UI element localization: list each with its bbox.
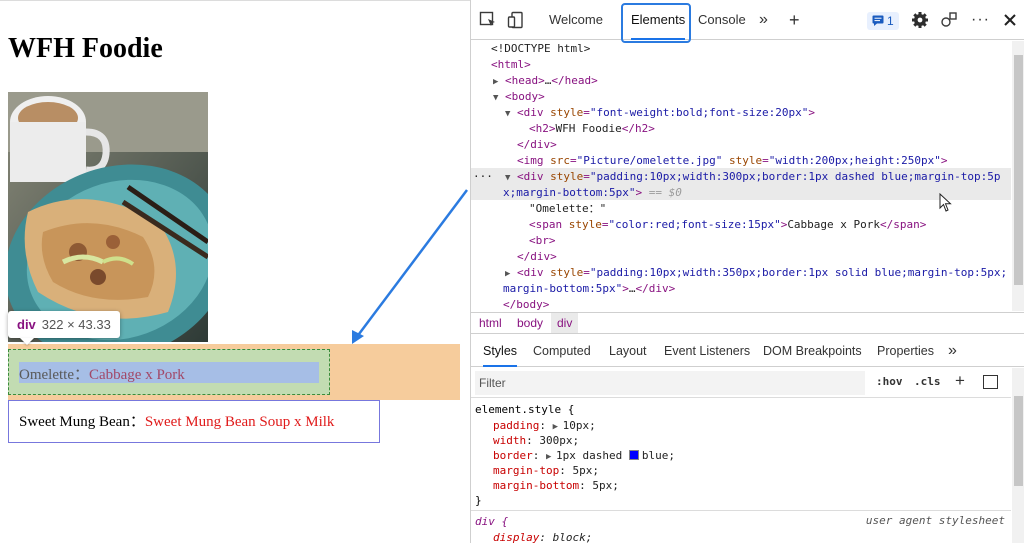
dom-line[interactable]: <img src="Picture/omelette.jpg" style="w… <box>517 153 948 169</box>
tab-layout[interactable]: Layout <box>609 335 647 367</box>
mung-bean-label: Sweet Mung Bean： <box>19 414 145 430</box>
dom-line-wrap[interactable]: margin-bottom:5px">…</div> <box>503 281 675 297</box>
tab-properties[interactable]: Properties <box>877 335 934 367</box>
margin-highlight-right <box>330 349 460 395</box>
tooltip-arrow <box>20 338 34 345</box>
filter-row: :hov .cls + <box>471 368 1011 398</box>
style-property-padding[interactable]: padding: ▶ 10px; <box>493 418 596 433</box>
style-property-margin-bottom[interactable]: margin-bottom: 5px; <box>493 478 619 493</box>
dom-line[interactable]: </div> <box>517 249 557 265</box>
dom-line[interactable]: <span style="color:red;font-size:15px">C… <box>529 217 926 233</box>
dom-line[interactable]: ▼ <body> <box>493 89 545 105</box>
dom-scrollbar[interactable] <box>1012 41 1024 311</box>
color-swatch-icon[interactable] <box>628 450 639 460</box>
dom-line-selected[interactable]: ▼ <div style="padding:10px;width:300px;bo… <box>505 169 1000 185</box>
issues-count: 1 <box>887 14 894 28</box>
computed-sidebar-toggle-icon[interactable] <box>983 375 998 389</box>
breadcrumb: html body div <box>471 312 1024 334</box>
omelette-box: Omelette：Cabbage x Pork <box>8 349 330 395</box>
style-property-width[interactable]: width: 300px; <box>493 433 579 448</box>
styles-pane: element.style { padding: ▶ 10px; width: 3… <box>471 399 1011 543</box>
omelette-photo <box>8 92 208 342</box>
tab-welcome[interactable]: Welcome <box>549 0 603 40</box>
rendered-page: WFH Foodie Omelette：Cabbage x Pork Sweet… <box>0 0 470 543</box>
devtools-toolbar: Welcome Elements Console » + 1 ··· <box>471 0 1024 43</box>
rule-selector: element.style { <box>475 403 575 416</box>
tab-styles[interactable]: Styles <box>483 335 518 367</box>
styles-scrollbar[interactable] <box>1012 368 1024 543</box>
style-property-display: display: block; <box>493 531 593 543</box>
customize-icon[interactable] <box>940 11 958 29</box>
rule-close-brace: } <box>475 494 482 507</box>
user-agent-stylesheet-label: user agent stylesheet <box>865 514 1005 527</box>
mouse-cursor-icon <box>939 192 953 216</box>
omelette-span: Cabbage x Pork <box>88 367 185 383</box>
sweet-mung-bean-box: Sweet Mung Bean：Sweet Mung Bean Soup x M… <box>8 400 380 443</box>
rule2-selector: div { <box>475 515 509 528</box>
add-tab-button[interactable]: + <box>789 0 800 40</box>
device-toolbar-icon[interactable] <box>507 11 525 29</box>
omelette-text: Omelette：Cabbage x Pork <box>19 363 185 384</box>
tooltip-tag: div <box>17 317 36 332</box>
styles-scrollbar-thumb[interactable] <box>1014 396 1023 486</box>
issues-badge[interactable]: 1 <box>867 12 899 30</box>
tooltip-size: 322 × 43.33 <box>41 317 111 332</box>
dom-line[interactable]: </body> <box>503 297 549 311</box>
more-tabs-button[interactable]: » <box>759 0 768 40</box>
tab-elements[interactable]: Elements <box>631 0 686 40</box>
breadcrumb-div[interactable]: div <box>551 313 579 333</box>
style-property-margin-top[interactable]: margin-top: 5px; <box>493 463 599 478</box>
devtools-panel: Welcome Elements Console » + 1 ··· <!DOC… <box>470 0 1024 543</box>
dom-line[interactable]: <h2>WFH Foodie</h2> <box>529 121 655 137</box>
settings-gear-icon[interactable] <box>911 11 929 29</box>
dom-line[interactable]: <br> <box>529 233 556 249</box>
new-style-rule-button[interactable]: + <box>955 371 965 391</box>
close-icon[interactable] <box>1001 11 1019 29</box>
dom-line[interactable]: </div> <box>517 137 557 153</box>
collapse-triangle-icon[interactable]: ▼ <box>505 106 517 122</box>
dom-line[interactable]: ▼ <div style="font-weight:bold;font-size:… <box>505 105 815 121</box>
style-property-border[interactable]: border: ▶ 1px dashed blue; <box>493 448 675 463</box>
dom-line-selected-wrap[interactable]: x;margin-bottom:5px"> == $0 <box>503 185 682 201</box>
tab-computed[interactable]: Computed <box>533 335 591 367</box>
dom-line[interactable]: ▶ <div style="padding:10px;width:350px;bo… <box>505 265 1007 281</box>
dom-scrollbar-thumb[interactable] <box>1014 55 1023 285</box>
rule-divider <box>471 510 1011 511</box>
tab-event-listeners[interactable]: Event Listeners <box>664 335 750 367</box>
dom-line[interactable]: "Omelette：" <box>529 201 606 217</box>
breadcrumb-html[interactable]: html <box>473 313 508 333</box>
expand-triangle-icon[interactable]: ▶ <box>493 74 505 90</box>
breadcrumb-body[interactable]: body <box>511 313 549 333</box>
collapse-triangle-icon[interactable]: ▼ <box>505 170 517 186</box>
dom-line[interactable]: ▶ <head>…</head> <box>493 73 598 89</box>
more-options-icon[interactable]: ··· <box>971 0 990 40</box>
page-title: WFH Foodie <box>8 33 163 64</box>
dom-line[interactable]: <!DOCTYPE html> <box>491 41 590 57</box>
dom-line[interactable]: <html> <box>491 57 531 73</box>
more-style-tabs-button[interactable]: » <box>948 335 957 367</box>
expand-triangle-icon[interactable]: ▶ <box>505 266 517 282</box>
omelette-label: Omelette： <box>19 367 89 383</box>
dom-gutter-menu[interactable]: ··· <box>473 169 493 185</box>
tab-console[interactable]: Console <box>698 0 746 40</box>
mung-bean-span: Sweet Mung Bean Soup x Milk <box>144 414 335 430</box>
cls-toggle[interactable]: .cls <box>914 375 941 388</box>
hov-toggle[interactable]: :hov <box>876 375 903 388</box>
message-icon <box>872 15 884 26</box>
tab-dom-breakpoints[interactable]: DOM Breakpoints <box>763 335 862 367</box>
styles-filter-input[interactable] <box>475 371 865 395</box>
styles-tabbar: Styles Computed Layout Event Listeners D… <box>471 335 1024 367</box>
inspect-element-icon[interactable] <box>479 11 497 29</box>
collapse-triangle-icon[interactable]: ▼ <box>493 90 505 106</box>
dom-tree: <!DOCTYPE html> <html> ▶ <head>…</head> ▼… <box>471 41 1011 311</box>
element-tooltip: div 322 × 43.33 <box>8 311 120 338</box>
